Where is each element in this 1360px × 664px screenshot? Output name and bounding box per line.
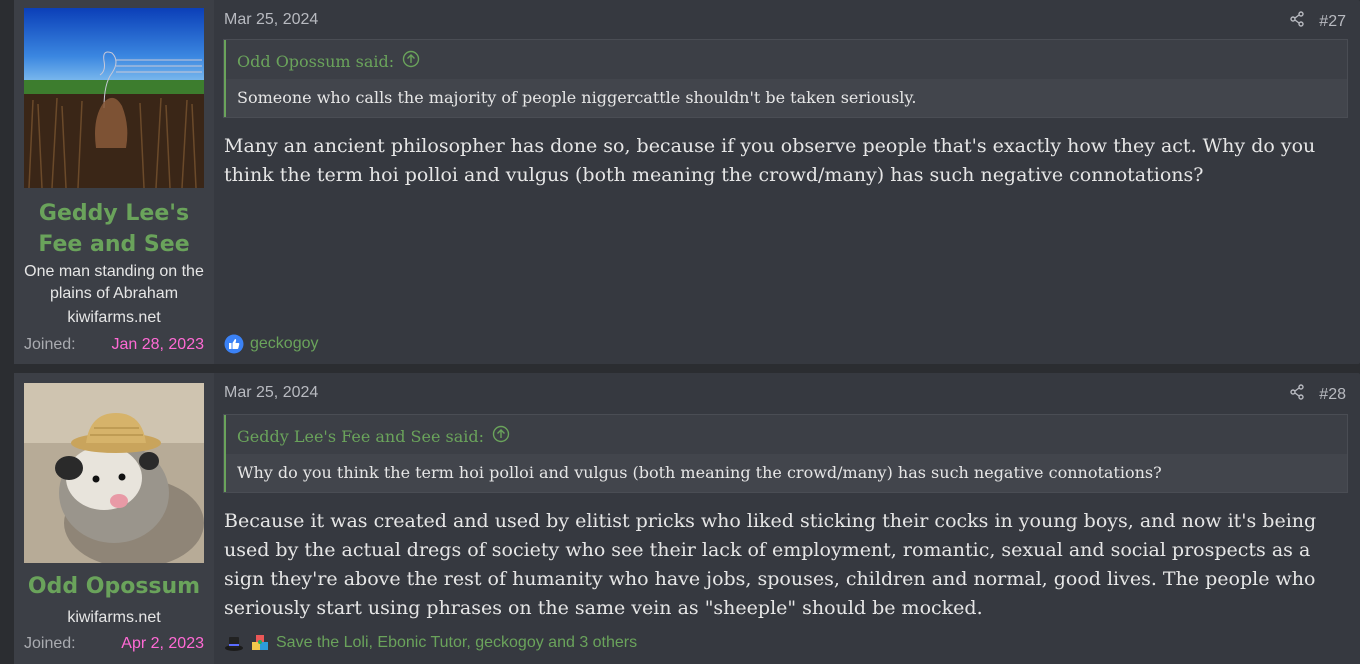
quote-author-row[interactable]: Geddy Lee's Fee and See said: [226,415,1347,454]
puzzle-icon [250,633,270,653]
reactions-bar[interactable]: geckogoy [224,334,319,354]
post-tools: #27 [1289,11,1346,32]
share-icon[interactable] [1289,384,1305,405]
quote-text: Someone who calls the majority of people… [226,79,1347,117]
reactions-text[interactable]: geckogoy [250,335,319,353]
post-date[interactable]: Mar 25, 2024 [224,11,318,29]
quote-text: Why do you think the term hoi polloi and… [226,454,1347,492]
joined-label: Joined: [24,635,76,652]
avatar-geddy-image [24,8,204,188]
user-cell: Geddy Lee's Fee and See One man standing… [14,0,214,364]
reactions-text[interactable]: Save the Loli, Ebonic Tutor, geckogoy an… [276,634,637,652]
post-number[interactable]: #28 [1319,386,1346,404]
user-cell: Odd Opossum kiwifarms.net Joined: Apr 2,… [14,373,214,664]
username[interactable]: Geddy Lee's Fee and See [14,198,214,260]
share-icon[interactable] [1289,11,1305,32]
quote-author-row[interactable]: Odd Opossum said: [226,40,1347,79]
post-body: Because it was created and used by eliti… [224,510,1317,619]
like-icon [224,334,244,354]
arrow-up-circle-icon[interactable] [402,50,420,72]
quote-block: Geddy Lee's Fee and See said: Why do you… [223,414,1348,493]
joined-date: Jan 28, 2023 [111,336,204,353]
post-27: Geddy Lee's Fee and See One man standing… [14,0,1360,364]
user-title: One man standing on the plains of Abraha… [24,263,204,302]
thread-page: Geddy Lee's Fee and See One man standing… [0,0,1360,664]
post-body: Many an ancient philosopher has done so,… [224,135,1316,186]
joined-date: Apr 2, 2023 [121,635,204,652]
post-tools: #28 [1289,384,1346,405]
user-site: kiwifarms.net [67,609,161,626]
quote-block: Odd Opossum said: Someone who calls the … [223,39,1348,118]
joined-row: Joined: Apr 2, 2023 [24,635,204,653]
arrow-up-circle-icon[interactable] [492,425,510,447]
post-date[interactable]: Mar 25, 2024 [224,384,318,402]
username[interactable]: Odd Opossum [14,571,214,602]
reactions-bar[interactable]: Save the Loli, Ebonic Tutor, geckogoy an… [224,633,637,653]
user-site: kiwifarms.net [67,309,161,326]
quote-author[interactable]: Geddy Lee's Fee and See said: [237,427,484,446]
post-28: Odd Opossum kiwifarms.net Joined: Apr 2,… [14,373,1360,664]
joined-label: Joined: [24,336,76,353]
top-hat-icon [224,633,244,653]
avatar[interactable] [24,383,204,563]
quote-author[interactable]: Odd Opossum said: [237,52,394,71]
joined-row: Joined: Jan 28, 2023 [24,336,204,354]
avatar-opossum-image [24,383,204,563]
avatar[interactable] [24,8,204,188]
post-number[interactable]: #27 [1319,13,1346,31]
